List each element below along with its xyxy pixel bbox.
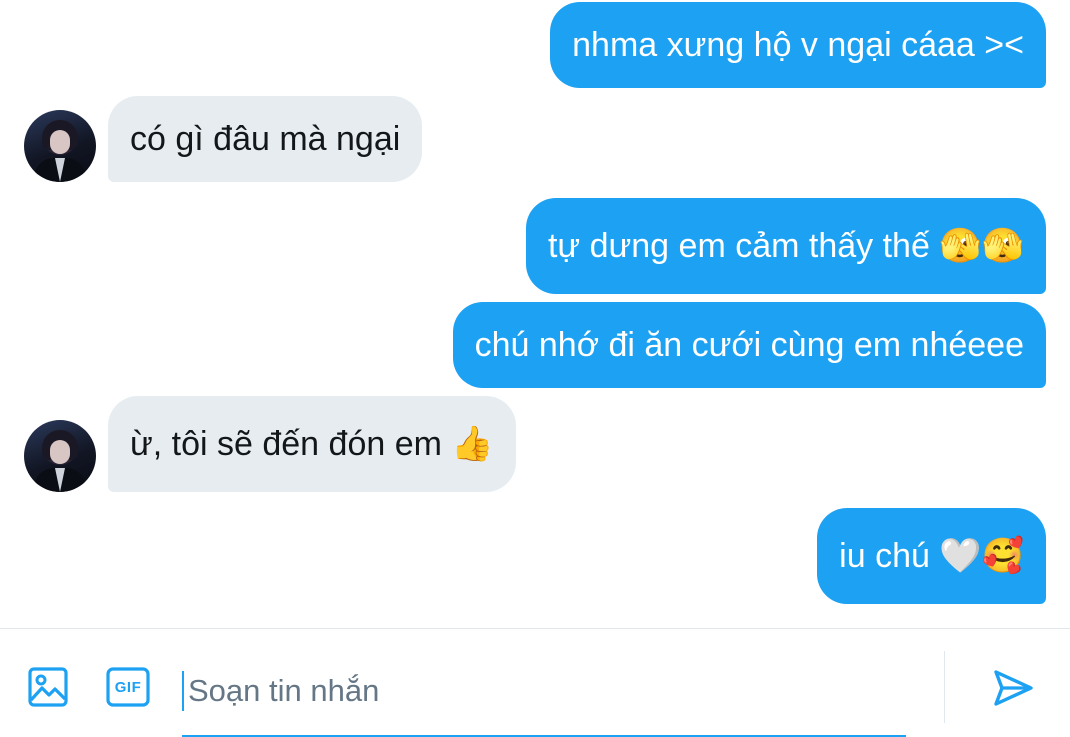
message-text: chú nhớ đi ăn cưới cùng em nhéeee [474, 326, 1024, 364]
message-bubble[interactable]: iu chú 🤍🥰 [817, 508, 1046, 604]
message-incoming: có gì đâu mà ngại [24, 96, 484, 182]
message-bubble[interactable]: có gì đâu mà ngại [108, 96, 423, 182]
message-outgoing: iu chú 🤍🥰 [812, 508, 1046, 604]
send-button[interactable] [988, 663, 1038, 713]
message-incoming: ừ, tôi sẽ đến đón em 👍 [24, 396, 564, 492]
message-text: tự dưng em cảm thấy thế 🫣🫣 [547, 227, 1024, 265]
message-input[interactable] [186, 665, 890, 717]
avatar[interactable] [24, 110, 96, 182]
add-image-button[interactable] [24, 663, 72, 711]
add-gif-button[interactable]: GIF [104, 665, 152, 709]
message-bubble[interactable]: ừ, tôi sẽ đến đón em 👍 [108, 396, 516, 492]
message-text: iu chú 🤍🥰 [839, 537, 1024, 575]
send-icon [994, 670, 1033, 706]
message-text: nhma xưng hộ v ngại cáaa >< [572, 26, 1024, 64]
message-outgoing: nhma xưng hộ v ngại cáaa >< [484, 2, 1046, 88]
message-bubble[interactable]: nhma xưng hộ v ngại cáaa >< [550, 2, 1046, 88]
message-text: có gì đâu mà ngại [130, 120, 401, 158]
text-caret [182, 671, 184, 711]
message-outgoing: chú nhớ đi ăn cưới cùng em nhéeee [374, 302, 1046, 388]
message-input-wrapper [182, 651, 906, 737]
avatar[interactable] [24, 420, 96, 492]
message-text: ừ, tôi sẽ đến đón em 👍 [130, 425, 494, 463]
message-bubble[interactable]: tự dưng em cảm thấy thế 🫣🫣 [525, 198, 1046, 294]
message-thread: nhma xưng hộ v ngại cáaa >< có gì đâu mà… [0, 0, 1070, 628]
image-icon [28, 667, 68, 707]
message-composer: GIF [0, 628, 1070, 737]
composer-divider [944, 651, 945, 723]
message-bubble[interactable]: chú nhớ đi ăn cưới cùng em nhéeee [452, 302, 1046, 388]
gif-label: GIF [114, 678, 142, 696]
message-outgoing: tự dưng em cảm thấy thế 🫣🫣 [472, 198, 1046, 294]
